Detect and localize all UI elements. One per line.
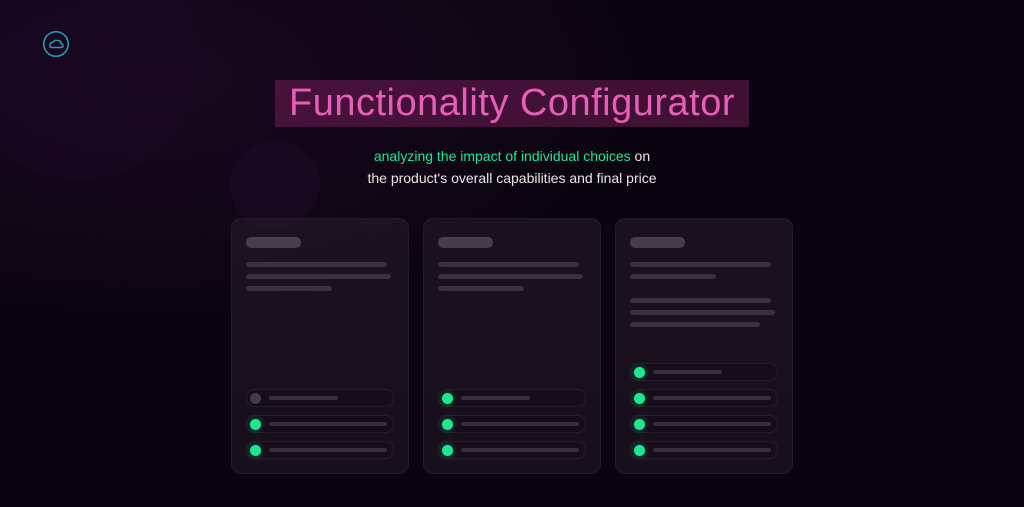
- subtitle-highlight: analyzing the impact of individual choic…: [374, 148, 631, 164]
- radio-selected-icon: [634, 419, 645, 430]
- card-text-block: [246, 262, 394, 298]
- text-line-skeleton: [246, 274, 391, 279]
- option-item[interactable]: [630, 389, 778, 407]
- card-title-skeleton: [438, 237, 493, 248]
- option-item[interactable]: [438, 389, 586, 407]
- option-label-skeleton: [269, 448, 387, 452]
- hero-section: Functionality Configurator analyzing the…: [0, 80, 1024, 190]
- options-list: [630, 363, 778, 459]
- option-item[interactable]: [246, 389, 394, 407]
- option-item[interactable]: [246, 415, 394, 433]
- card-text-block: [438, 262, 586, 298]
- text-line-skeleton: [630, 298, 771, 303]
- option-label-skeleton: [653, 422, 771, 426]
- spacer: [246, 310, 394, 389]
- text-line-skeleton: [246, 286, 332, 291]
- option-item[interactable]: [246, 441, 394, 459]
- card-title-skeleton: [246, 237, 301, 248]
- card-title-skeleton: [630, 237, 685, 248]
- radio-selected-icon: [634, 445, 645, 456]
- option-item[interactable]: [438, 415, 586, 433]
- radio-selected-icon: [634, 367, 645, 378]
- radio-selected-icon: [634, 393, 645, 404]
- spacer: [630, 346, 778, 363]
- card-text-block: [630, 262, 778, 286]
- radio-selected-icon: [442, 393, 453, 404]
- options-list: [438, 389, 586, 459]
- option-label-skeleton: [269, 396, 338, 400]
- text-line-skeleton: [246, 262, 387, 267]
- text-line-skeleton: [630, 322, 760, 327]
- radio-selected-icon: [442, 419, 453, 430]
- page-title: Functionality Configurator: [275, 80, 749, 127]
- brand-logo: [42, 30, 70, 58]
- option-label-skeleton: [653, 370, 722, 374]
- option-label-skeleton: [461, 422, 579, 426]
- config-card[interactable]: [423, 218, 601, 474]
- spacer: [438, 310, 586, 389]
- text-line-skeleton: [438, 274, 583, 279]
- subtitle-text: on: [631, 148, 650, 164]
- card-text-block: [630, 298, 778, 334]
- option-item[interactable]: [438, 441, 586, 459]
- text-line-skeleton: [630, 262, 771, 267]
- option-item[interactable]: [630, 363, 778, 381]
- option-item[interactable]: [630, 441, 778, 459]
- text-line-skeleton: [438, 262, 579, 267]
- option-label-skeleton: [461, 396, 530, 400]
- radio-selected-icon: [442, 445, 453, 456]
- text-line-skeleton: [630, 274, 716, 279]
- text-line-skeleton: [438, 286, 524, 291]
- radio-selected-icon: [250, 445, 261, 456]
- config-card[interactable]: [615, 218, 793, 474]
- page-subtitle: analyzing the impact of individual choic…: [0, 145, 1024, 190]
- option-label-skeleton: [653, 396, 771, 400]
- cards-row: [0, 218, 1024, 474]
- option-label-skeleton: [269, 422, 387, 426]
- subtitle-text: the product's overall capabilities and f…: [367, 170, 656, 186]
- radio-selected-icon: [250, 419, 261, 430]
- option-item[interactable]: [630, 415, 778, 433]
- option-label-skeleton: [461, 448, 579, 452]
- options-list: [246, 389, 394, 459]
- text-line-skeleton: [630, 310, 775, 315]
- config-card[interactable]: [231, 218, 409, 474]
- cloud-logo-icon: [42, 30, 70, 58]
- radio-unselected-icon: [250, 393, 261, 404]
- option-label-skeleton: [653, 448, 771, 452]
